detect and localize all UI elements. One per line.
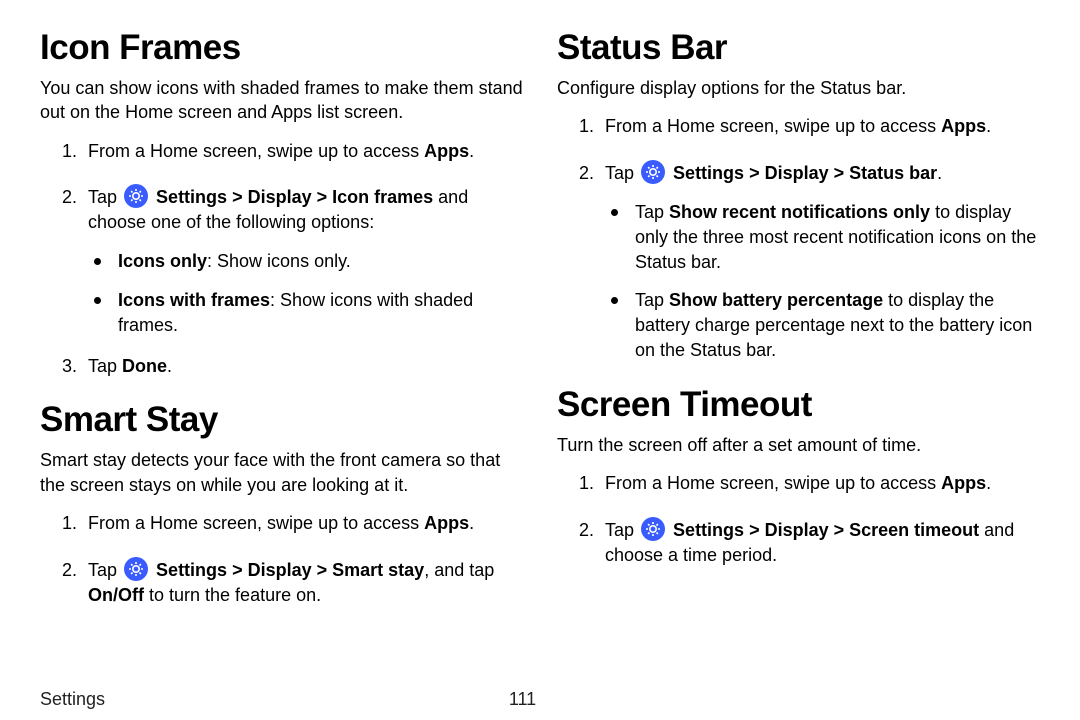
footer-section: Settings xyxy=(40,689,105,710)
step-text: , and tap xyxy=(424,560,494,580)
heading-icon-frames: Icon Frames xyxy=(40,28,523,68)
option-text: Tap xyxy=(635,290,669,310)
settings-icon xyxy=(124,184,148,208)
steps-icon-frames: From a Home screen, swipe up to access A… xyxy=(40,139,523,379)
option-label: Show recent notifications only xyxy=(669,202,930,222)
heading-screen-timeout: Screen Timeout xyxy=(557,385,1040,425)
breadcrumb-sep: > xyxy=(312,560,333,580)
step-item: Tap Settings > Display > Smart stay, and… xyxy=(82,552,523,608)
step-text: Tap xyxy=(605,520,639,540)
apps-label: Apps xyxy=(424,141,469,161)
left-column: Icon Frames You can show icons with shad… xyxy=(40,28,523,683)
status-bar-label: Status bar xyxy=(849,163,937,183)
bullet-list: Icons only: Show icons only. Icons with … xyxy=(88,249,523,337)
done-label: Done xyxy=(122,356,167,376)
breadcrumb-sep: > xyxy=(829,520,850,540)
step-text: From a Home screen, swipe up to access xyxy=(605,473,941,493)
settings-label: Settings xyxy=(673,163,744,183)
settings-icon xyxy=(641,517,665,541)
bullet-item: Icons only: Show icons only. xyxy=(88,249,523,274)
step-item: Tap Settings > Display > Icon frames and… xyxy=(82,179,523,337)
bullet-item: Icons with frames: Show icons with shade… xyxy=(88,288,523,338)
display-label: Display xyxy=(248,187,312,207)
step-text: . xyxy=(167,356,172,376)
two-column-layout: Icon Frames You can show icons with shad… xyxy=(40,28,1040,683)
settings-label: Settings xyxy=(673,520,744,540)
step-item: Tap Settings > Display > Screen timeout … xyxy=(599,512,1040,568)
apps-label: Apps xyxy=(941,473,986,493)
manual-page: Icon Frames You can show icons with shad… xyxy=(0,0,1080,720)
display-label: Display xyxy=(248,560,312,580)
steps-smart-stay: From a Home screen, swipe up to access A… xyxy=(40,511,523,607)
step-text: . xyxy=(469,513,474,533)
step-text: Tap xyxy=(605,163,639,183)
step-text: From a Home screen, swipe up to access xyxy=(88,141,424,161)
option-label: Icons only xyxy=(118,251,207,271)
step-item: From a Home screen, swipe up to access A… xyxy=(82,139,523,164)
option-label: Icons with frames xyxy=(118,290,270,310)
steps-status-bar: From a Home screen, swipe up to access A… xyxy=(557,114,1040,363)
bullet-item: Tap Show battery percentage to display t… xyxy=(605,288,1040,362)
heading-smart-stay: Smart Stay xyxy=(40,400,523,440)
page-footer: Settings 111 xyxy=(40,683,1040,710)
settings-icon xyxy=(124,557,148,581)
bullet-list: Tap Show recent notifications only to di… xyxy=(605,200,1040,363)
breadcrumb-sep: > xyxy=(744,520,765,540)
steps-screen-timeout: From a Home screen, swipe up to access A… xyxy=(557,471,1040,567)
step-text: to turn the feature on. xyxy=(144,585,321,605)
display-label: Display xyxy=(765,163,829,183)
on-off-label: On/Off xyxy=(88,585,144,605)
step-text: . xyxy=(469,141,474,161)
heading-status-bar: Status Bar xyxy=(557,28,1040,68)
step-text: Tap xyxy=(88,187,122,207)
smart-stay-label: Smart stay xyxy=(332,560,424,580)
page-number: 111 xyxy=(105,689,940,710)
right-column: Status Bar Configure display options for… xyxy=(557,28,1040,683)
icon-frames-label: Icon frames xyxy=(332,187,433,207)
step-item: From a Home screen, swipe up to access A… xyxy=(599,471,1040,496)
step-text: Tap xyxy=(88,560,122,580)
screen-timeout-label: Screen timeout xyxy=(849,520,979,540)
option-text: : Show icons only. xyxy=(207,251,351,271)
step-text: . xyxy=(937,163,942,183)
breadcrumb-sep: > xyxy=(227,187,248,207)
step-text: Tap xyxy=(88,356,122,376)
step-text: From a Home screen, swipe up to access xyxy=(605,116,941,136)
intro-status-bar: Configure display options for the Status… xyxy=(557,76,1040,100)
intro-icon-frames: You can show icons with shaded frames to… xyxy=(40,76,523,125)
option-label: Show battery percentage xyxy=(669,290,883,310)
settings-label: Settings xyxy=(156,187,227,207)
apps-label: Apps xyxy=(424,513,469,533)
step-item: From a Home screen, swipe up to access A… xyxy=(599,114,1040,139)
step-text: . xyxy=(986,473,991,493)
display-label: Display xyxy=(765,520,829,540)
step-item: Tap Done. xyxy=(82,354,523,379)
step-text: From a Home screen, swipe up to access xyxy=(88,513,424,533)
settings-icon xyxy=(641,160,665,184)
step-item: Tap Settings > Display > Status bar. Tap… xyxy=(599,155,1040,363)
settings-label: Settings xyxy=(156,560,227,580)
breadcrumb-sep: > xyxy=(829,163,850,183)
breadcrumb-sep: > xyxy=(312,187,333,207)
apps-label: Apps xyxy=(941,116,986,136)
intro-smart-stay: Smart stay detects your face with the fr… xyxy=(40,448,523,497)
step-text: . xyxy=(986,116,991,136)
breadcrumb-sep: > xyxy=(227,560,248,580)
breadcrumb-sep: > xyxy=(744,163,765,183)
option-text: Tap xyxy=(635,202,669,222)
bullet-item: Tap Show recent notifications only to di… xyxy=(605,200,1040,274)
step-item: From a Home screen, swipe up to access A… xyxy=(82,511,523,536)
intro-screen-timeout: Turn the screen off after a set amount o… xyxy=(557,433,1040,457)
